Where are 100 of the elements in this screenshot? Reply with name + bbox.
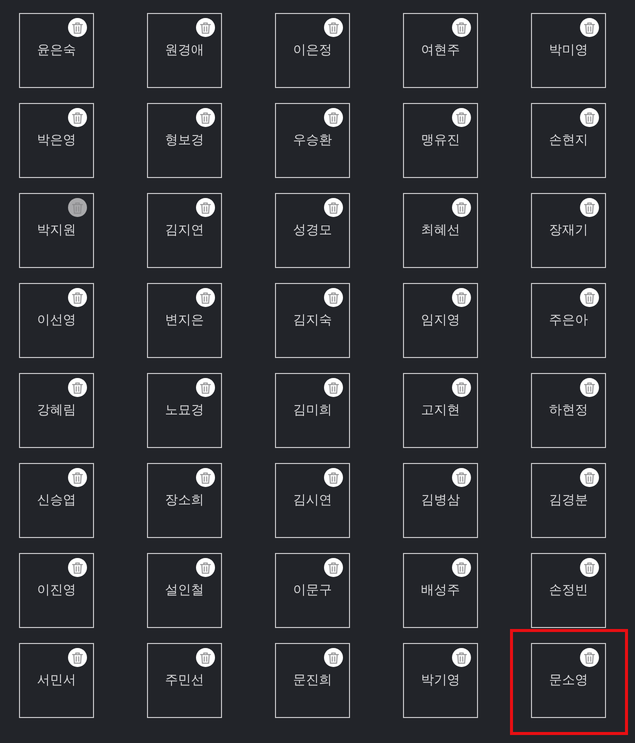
name-label: 손현지 (549, 132, 588, 148)
trash-icon (584, 562, 595, 574)
name-label: 임지영 (421, 312, 460, 328)
delete-button[interactable] (452, 18, 471, 37)
name-label: 배성주 (421, 582, 460, 598)
name-label: 박기영 (421, 672, 460, 688)
delete-button[interactable] (452, 378, 471, 397)
trash-icon (328, 22, 339, 34)
name-label: 최혜선 (421, 222, 460, 238)
delete-button[interactable] (196, 558, 215, 577)
delete-button[interactable] (324, 648, 343, 667)
delete-button[interactable] (196, 18, 215, 37)
name-label: 김경분 (549, 492, 588, 508)
name-label: 김시연 (293, 492, 332, 508)
name-label: 김지연 (165, 222, 204, 238)
delete-button[interactable] (580, 198, 599, 217)
delete-button[interactable] (196, 648, 215, 667)
name-label: 신승엽 (37, 492, 76, 508)
delete-button[interactable] (580, 18, 599, 37)
name-label: 김미희 (293, 402, 332, 418)
delete-button[interactable] (324, 378, 343, 397)
delete-button[interactable] (580, 288, 599, 307)
delete-button[interactable] (196, 108, 215, 127)
trash-icon (584, 112, 595, 124)
delete-button[interactable] (452, 198, 471, 217)
delete-button[interactable] (196, 288, 215, 307)
delete-button[interactable] (324, 558, 343, 577)
delete-button[interactable] (580, 468, 599, 487)
trash-icon (584, 22, 595, 34)
delete-button[interactable] (452, 468, 471, 487)
delete-button[interactable] (452, 558, 471, 577)
name-label: 설인철 (165, 582, 204, 598)
delete-button[interactable] (68, 18, 87, 37)
trash-icon (200, 292, 211, 304)
trash-icon (72, 562, 83, 574)
trash-icon (456, 382, 467, 394)
delete-button[interactable] (324, 288, 343, 307)
delete-button[interactable] (68, 558, 87, 577)
name-label: 주은아 (549, 312, 588, 328)
name-label: 문진희 (293, 672, 332, 688)
trash-icon (200, 472, 211, 484)
trash-icon (200, 112, 211, 124)
name-label: 하현정 (549, 402, 588, 418)
name-label: 변지은 (165, 312, 204, 328)
name-label: 맹유진 (421, 132, 460, 148)
delete-button[interactable] (68, 648, 87, 667)
trash-icon (328, 472, 339, 484)
delete-button[interactable] (324, 108, 343, 127)
name-label: 노묘경 (165, 402, 204, 418)
delete-button[interactable] (580, 648, 599, 667)
trash-icon (456, 22, 467, 34)
delete-button[interactable] (452, 108, 471, 127)
trash-icon (456, 202, 467, 214)
delete-button[interactable] (324, 198, 343, 217)
name-label: 김지숙 (293, 312, 332, 328)
trash-icon (456, 562, 467, 574)
trash-icon (72, 472, 83, 484)
trash-icon (72, 112, 83, 124)
trash-icon (456, 112, 467, 124)
delete-button[interactable] (324, 18, 343, 37)
delete-button[interactable] (196, 468, 215, 487)
trash-icon (72, 652, 83, 664)
delete-button[interactable] (580, 378, 599, 397)
trash-icon (328, 112, 339, 124)
trash-icon (200, 382, 211, 394)
trash-icon (200, 202, 211, 214)
delete-button[interactable] (68, 378, 87, 397)
trash-icon (584, 292, 595, 304)
name-label: 강혜림 (37, 402, 76, 418)
trash-icon (72, 292, 83, 304)
trash-icon (328, 562, 339, 574)
trash-icon (328, 292, 339, 304)
delete-button[interactable] (68, 288, 87, 307)
trash-icon (584, 472, 595, 484)
name-label: 문소영 (549, 672, 588, 688)
trash-icon (584, 652, 595, 664)
name-label: 원경애 (165, 42, 204, 58)
delete-button[interactable] (324, 468, 343, 487)
name-label: 박지원 (37, 222, 76, 238)
name-label: 손정빈 (549, 582, 588, 598)
trash-icon (584, 382, 595, 394)
delete-button[interactable] (580, 108, 599, 127)
name-label: 이문구 (293, 582, 332, 598)
name-label: 장소희 (165, 492, 204, 508)
delete-button[interactable] (580, 558, 599, 577)
delete-button[interactable] (68, 108, 87, 127)
trash-icon (72, 202, 83, 214)
name-label: 주민선 (165, 672, 204, 688)
delete-button[interactable] (196, 378, 215, 397)
trash-icon (328, 202, 339, 214)
name-label: 형보경 (165, 132, 204, 148)
delete-button[interactable] (196, 198, 215, 217)
delete-button[interactable] (68, 468, 87, 487)
trash-icon (328, 382, 339, 394)
name-label: 고지현 (421, 402, 460, 418)
name-label: 박은영 (37, 132, 76, 148)
name-label: 장재기 (549, 222, 588, 238)
delete-button[interactable] (452, 288, 471, 307)
delete-button[interactable] (452, 648, 471, 667)
name-label: 이진영 (37, 582, 76, 598)
